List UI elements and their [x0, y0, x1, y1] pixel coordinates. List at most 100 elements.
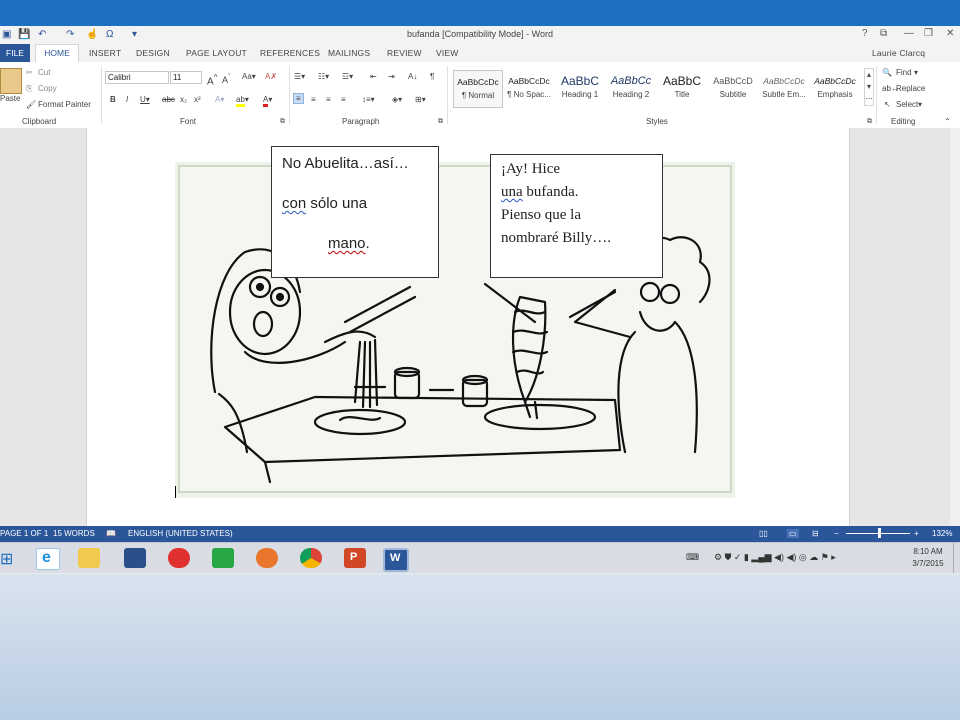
tray-icons[interactable]: ⚙ ⛊ ✓ ▮ ▂▄▆ ◀) ◀) ◎ ☁ ⚑ ▸ [714, 552, 836, 563]
clear-formatting-icon[interactable]: A✗ [265, 72, 277, 81]
paragraph-dialog-launcher-icon[interactable]: ⧉ [438, 118, 443, 126]
tab-home[interactable]: HOME [35, 44, 79, 62]
shrink-font-icon[interactable]: Aˇ [222, 72, 231, 85]
tab-references[interactable]: REFERENCES [260, 48, 320, 58]
close-icon[interactable]: ✕ [946, 28, 954, 39]
tab-insert[interactable]: INSERT [89, 48, 121, 58]
justify-icon[interactable]: ≡ [341, 95, 346, 104]
proofing-icon[interactable]: 📖 [106, 529, 116, 538]
spelling-flag-word[interactable]: mano [328, 235, 366, 252]
help-icon[interactable]: ? [862, 28, 868, 39]
cut-button[interactable]: Cut [38, 68, 50, 77]
word-icon[interactable]: W [383, 548, 409, 572]
tab-page-layout[interactable]: PAGE LAYOUT [186, 48, 247, 58]
decrease-indent-icon[interactable]: ⇤ [370, 72, 377, 81]
numbering-icon[interactable]: ☷▾ [318, 72, 329, 81]
tab-review[interactable]: REVIEW [387, 48, 422, 58]
replace-button[interactable]: Replace [896, 84, 925, 93]
page-count[interactable]: PAGE 1 OF 1 [0, 529, 48, 538]
bullets-icon[interactable]: ☰▾ [294, 72, 305, 81]
italic-icon[interactable]: I [126, 95, 128, 104]
store-icon[interactable] [212, 548, 234, 568]
style-normal[interactable]: AaBbCcDc ¶ Normal [453, 70, 503, 108]
align-right-icon[interactable]: ≡ [326, 95, 331, 104]
restore-icon[interactable]: ❐ [924, 28, 933, 39]
zoom-in-icon[interactable]: + [914, 529, 919, 538]
font-dialog-launcher-icon[interactable]: ⧉ [280, 118, 285, 126]
zoom-slider-thumb[interactable] [878, 528, 881, 538]
show-formatting-icon[interactable]: ¶ [430, 72, 434, 81]
tab-file[interactable]: FILE [0, 44, 30, 62]
select-dropdown-icon[interactable]: ▾ [918, 100, 922, 109]
zoom-level[interactable]: 132% [932, 529, 952, 538]
bold-icon[interactable]: B [110, 95, 116, 104]
grammar-flag-word[interactable]: con [282, 195, 306, 212]
align-left-icon[interactable]: ≡ [293, 93, 304, 104]
font-color-icon[interactable]: A▾ [263, 95, 272, 107]
change-case-icon[interactable]: Aa▾ [242, 72, 256, 81]
copy-button[interactable]: Copy [38, 84, 57, 93]
multilevel-list-icon[interactable]: ☲▾ [342, 72, 353, 81]
clock-time[interactable]: 8:10 AM [910, 547, 946, 556]
font-size-field[interactable]: 11 [170, 71, 202, 84]
shading-icon[interactable]: ◈▾ [392, 95, 402, 104]
powerpoint-icon[interactable]: P [344, 548, 366, 568]
show-desktop-button[interactable] [953, 543, 960, 573]
grow-font-icon[interactable]: A^ [207, 72, 218, 87]
select-button[interactable]: Select [896, 100, 918, 109]
clock-date[interactable]: 3/7/2015 [910, 559, 946, 568]
borders-icon[interactable]: ⊞▾ [415, 95, 426, 104]
format-painter-button[interactable]: Format Painter [38, 100, 91, 109]
font-name-field[interactable]: Calibri [105, 71, 169, 84]
styles-scroll-icon[interactable]: ▴ ▾ ⋯ [864, 68, 874, 106]
find-button[interactable]: Find [896, 68, 912, 77]
increase-indent-icon[interactable]: ⇥ [388, 72, 395, 81]
style-subtle-emphasis[interactable]: AaBbCcDc Subtle Em... [759, 70, 809, 108]
monitor-icon[interactable] [124, 548, 146, 568]
print-layout-icon[interactable]: ▭ [787, 529, 799, 538]
text-effects-icon[interactable]: A▾ [215, 95, 224, 104]
style-subtitle[interactable]: AaBbCcD Subtitle [708, 70, 758, 108]
speech-bubble-right[interactable]: ¡Ay! Hice una bufanda. Pienso que la nom… [490, 154, 663, 278]
underline-icon[interactable]: U▾ [140, 95, 150, 104]
style-heading-2[interactable]: AaBbCc Heading 2 [606, 70, 656, 108]
tab-view[interactable]: VIEW [436, 48, 459, 58]
style-heading-1[interactable]: AaBbC Heading 1 [555, 70, 605, 108]
grammar-flag-word[interactable]: una [501, 184, 523, 200]
speech-bubble-left[interactable]: No Abuelita…así… con sólo una mano. [271, 146, 439, 278]
paste-icon[interactable] [0, 68, 22, 94]
minimize-icon[interactable]: — [904, 28, 914, 39]
chrome-icon[interactable] [300, 548, 322, 568]
ie-icon[interactable]: e [36, 548, 60, 570]
start-button-icon[interactable]: ⊞ [0, 549, 13, 569]
tab-design[interactable]: DESIGN [136, 48, 170, 58]
zoom-out-icon[interactable]: − [834, 529, 839, 538]
styles-dialog-launcher-icon[interactable]: ⧉ [867, 118, 872, 126]
align-center-icon[interactable]: ≡ [311, 95, 316, 104]
user-name[interactable]: Laurie Clarcq [872, 48, 925, 58]
style-emphasis[interactable]: AaBbCcDc Emphasis [810, 70, 860, 108]
strikethrough-icon[interactable]: abc [162, 95, 175, 104]
find-dropdown-icon[interactable]: ▾ [914, 68, 918, 77]
highlight-icon[interactable]: ab▾ [236, 95, 249, 107]
text-cursor [175, 486, 176, 498]
superscript-icon[interactable]: x² [194, 95, 201, 104]
firefox-icon[interactable] [256, 548, 278, 568]
read-mode-icon[interactable]: ▯▯ [759, 529, 768, 538]
style-title[interactable]: AaBbC Title [657, 70, 707, 108]
word-count[interactable]: 15 WORDS [53, 529, 95, 538]
sort-icon[interactable]: A↓ [408, 72, 417, 81]
subscript-icon[interactable]: x₂ [180, 95, 187, 104]
language-indicator[interactable]: ENGLISH (UNITED STATES) [128, 529, 233, 538]
keyboard-icon[interactable]: ⌨ [686, 552, 699, 563]
vertical-scrollbar[interactable] [950, 128, 960, 526]
ribbon-display-icon[interactable]: ⧉ [880, 28, 887, 39]
cloud-icon[interactable] [168, 548, 190, 568]
tab-mailings[interactable]: MAILINGS [328, 48, 370, 58]
style-no-spacing[interactable]: AaBbCcDc ¶ No Spac... [504, 70, 554, 108]
line-spacing-icon[interactable]: ↕≡▾ [362, 95, 375, 104]
collapse-ribbon-icon[interactable]: ⌃ [944, 117, 951, 126]
paste-button[interactable]: Paste [0, 94, 20, 103]
file-explorer-icon[interactable] [78, 548, 100, 568]
web-layout-icon[interactable]: ⊟ [812, 529, 819, 538]
